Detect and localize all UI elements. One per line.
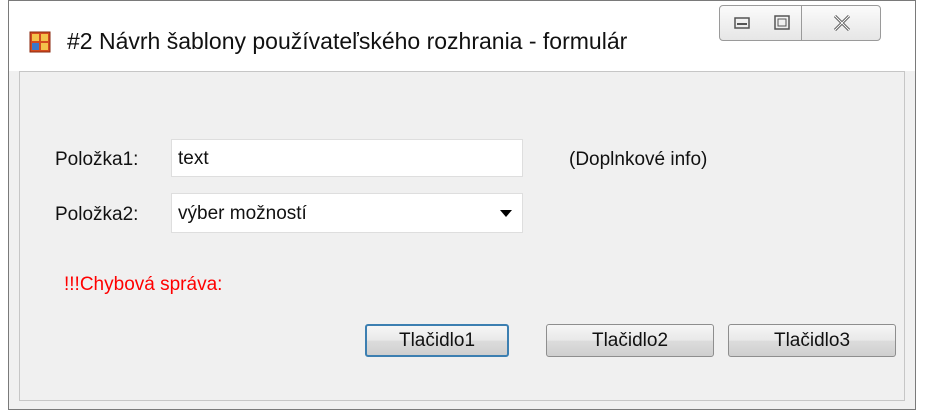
button1[interactable]: Tlačidlo1 (365, 324, 509, 357)
field2-selected-value: výber možností (178, 203, 307, 224)
error-message: !!!Chybová správa: (64, 274, 223, 295)
app-form-icon (29, 31, 51, 53)
close-icon (833, 14, 851, 32)
field2-dropdown[interactable]: výber možností (171, 193, 523, 233)
form-window: #2 Návrh šablony používateľského rozhran… (8, 0, 916, 410)
maximize-icon (774, 15, 790, 30)
maximize-button[interactable] (762, 5, 802, 41)
title-bar[interactable]: #2 Návrh šablony používateľského rozhran… (9, 1, 915, 71)
field1-textbox[interactable]: text (171, 139, 523, 177)
minimize-icon (734, 17, 750, 29)
button3[interactable]: Tlačidlo3 (728, 324, 896, 357)
field2-label: Položka2: (55, 204, 139, 225)
button2[interactable]: Tlačidlo2 (546, 324, 714, 357)
close-button[interactable] (801, 5, 881, 41)
window-title: #2 Návrh šablony používateľského rozhran… (67, 28, 628, 54)
field1-label: Položka1: (55, 149, 139, 170)
dropdown-arrow-icon[interactable] (500, 210, 512, 217)
minimize-button[interactable] (719, 5, 763, 41)
field1-info-label: (Doplnkové info) (569, 149, 708, 170)
